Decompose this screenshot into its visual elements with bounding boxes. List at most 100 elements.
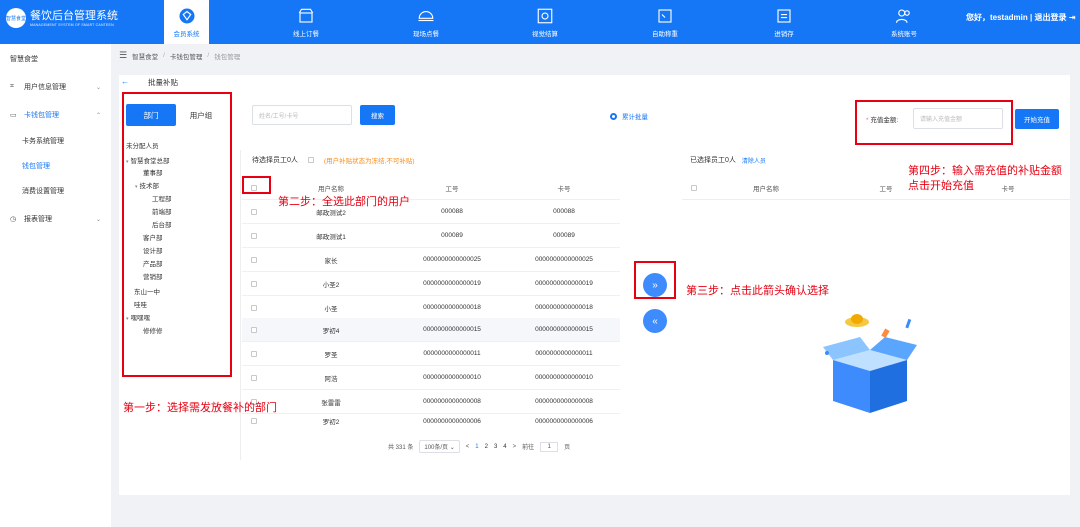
nav-online-order[interactable]: 线上订餐: [276, 0, 336, 44]
sidebar: 智慧食堂 ⌗ 用户信息管理 ⌄ ▭ 卡钱包管理 ⌃ 卡务系统管理 钱包管理 消费设置管理…: [0, 44, 111, 527]
annotation-box-step3: [634, 261, 676, 299]
goto-label: 前往: [522, 445, 535, 451]
exchange-icon: [777, 8, 791, 23]
pagination: 共 331 条 100条/页 ⌄ < 1 2 3 4 > 前往 1 页: [388, 440, 570, 453]
page-number[interactable]: 3: [494, 444, 497, 450]
page-number[interactable]: 4: [503, 444, 506, 450]
row-checkbox[interactable]: [251, 256, 257, 263]
start-recharge-button[interactable]: 开始充值: [1015, 109, 1059, 129]
logout-link[interactable]: 退出登录: [1034, 13, 1066, 22]
shop-icon: [298, 8, 314, 23]
breadcrumb-item[interactable]: 智慧食堂: [132, 51, 158, 61]
clock-icon: ◷: [10, 216, 17, 223]
nav-self-weigh[interactable]: 自助称重: [635, 0, 695, 44]
logo-icon: 智慧食堂: [6, 8, 26, 28]
breadcrumb: ☰ 智慧食堂 / 卡钱包管理 / 钱包管理: [119, 50, 241, 61]
chevron-up-icon: ⌃: [95, 112, 101, 119]
sidebar-item-card-system[interactable]: 卡务系统管理: [0, 132, 111, 150]
right-table-header-row: 用户名称 工号 卡号: [682, 176, 1070, 200]
table-row[interactable]: 罗圣 0000000000000011 0000000000000011: [242, 342, 620, 366]
row-checkbox[interactable]: [251, 280, 257, 287]
app-subtitle: MANAGEMENT SYSTEM OF SMART CANTEEN: [30, 22, 114, 27]
user-box: 您好，testadmin | 退出登录 ⇥: [966, 13, 1076, 22]
pager-total: 共 331 条: [388, 445, 414, 451]
clear-selected-link[interactable]: 清除人员: [742, 156, 766, 165]
table-row[interactable]: 罗初4 0000000000000015 0000000000000015: [242, 318, 620, 342]
breadcrumb-current: 钱包管理: [214, 53, 241, 61]
row-checkbox[interactable]: [251, 418, 257, 424]
accumulate-radio[interactable]: 累计批量: [610, 111, 648, 121]
chevron-down-icon: ⌄: [95, 84, 101, 91]
search-input[interactable]: 姓名/工号/卡号: [252, 105, 352, 125]
breadcrumb-item[interactable]: 卡钱包管理: [170, 51, 203, 61]
nav-label: 现场点餐: [413, 30, 439, 38]
scale-icon: [658, 8, 672, 23]
row-checkbox[interactable]: [251, 232, 257, 239]
empty-box-illustration: [823, 314, 917, 413]
row-checkbox[interactable]: [251, 304, 257, 311]
table-row[interactable]: 家长 0000000000000025 0000000000000025: [242, 248, 620, 272]
sidebar-item-consume-settings[interactable]: 消费设置管理: [0, 182, 111, 200]
chevron-down-icon: ⌄: [95, 216, 101, 223]
page-unit: 页: [564, 445, 571, 451]
row-checkbox[interactable]: [251, 374, 257, 381]
col-header: 用户名称: [753, 185, 779, 193]
sidebar-item-card-wallet[interactable]: ▭ 卡钱包管理 ⌃: [0, 106, 111, 124]
nav-member-system[interactable]: 会员系统: [164, 0, 209, 44]
annotation-box-step2: [242, 176, 271, 194]
annotation-step1: 第一步：选择需发放餐补的部门: [123, 402, 277, 414]
table-row[interactable]: 邮政测试1 000089 000089: [242, 224, 620, 248]
table-row[interactable]: 张雷雷 0000000000000008 0000000000000008: [242, 390, 620, 414]
nav-label: 进销存: [774, 30, 794, 38]
table-row[interactable]: 罗初2 0000000000000006 0000000000000006: [242, 414, 620, 428]
next-page-button[interactable]: >: [513, 444, 517, 450]
annotation-box-step1: [122, 92, 232, 377]
col-header: 卡号: [557, 185, 571, 193]
nav-inventory[interactable]: 进销存: [754, 0, 814, 44]
sidebar-header: 智慧食堂: [10, 56, 38, 63]
sidebar-item-reports[interactable]: ◷ 报表管理 ⌄: [0, 210, 111, 228]
user-greeting: 您好，testadmin: [966, 13, 1028, 22]
nav-onsite-order[interactable]: 现场点餐: [396, 0, 456, 44]
right-table-header: 已选择员工0人 清除人员: [690, 155, 766, 165]
nav-label: 自助称重: [652, 30, 678, 38]
annotation-step4: 第四步：输入需充值的补贴金额: [908, 165, 1062, 177]
annotation-step2: 第二步：全选此部门的用户: [278, 196, 410, 208]
page-number[interactable]: 1: [475, 444, 478, 450]
sidebar-item-user-info[interactable]: ⌗ 用户信息管理 ⌄: [0, 78, 111, 96]
page-number[interactable]: 2: [485, 444, 488, 450]
col-header: 用户名称: [318, 185, 344, 193]
nav-label: 系统账号: [891, 30, 917, 38]
user-icon: ⌗: [10, 83, 14, 90]
nav-label: 会员系统: [173, 30, 200, 38]
nav-visual-checkout[interactable]: 视觉结算: [515, 0, 575, 44]
radio-icon[interactable]: [610, 112, 617, 120]
app-title: 餐饮后台管理系统: [30, 9, 118, 22]
menu-toggle-icon[interactable]: ☰: [119, 50, 127, 61]
row-checkbox[interactable]: [251, 326, 257, 333]
annotation-step4b: 点击开始充值: [908, 180, 974, 192]
goto-page-input[interactable]: 1: [540, 441, 559, 452]
top-navbar: 智慧食堂 餐饮后台管理系统 MANAGEMENT SYSTEM OF SMART…: [0, 0, 1080, 44]
diamond-icon: [179, 8, 194, 23]
move-left-button[interactable]: «: [643, 309, 667, 333]
nav-system-account[interactable]: 系统账号: [874, 0, 934, 44]
table-row[interactable]: 小圣 0000000000000018 0000000000000018: [242, 296, 620, 320]
checkbox[interactable]: [307, 157, 314, 163]
back-arrow-icon[interactable]: ←: [121, 77, 129, 86]
page-size-select[interactable]: 100条/页 ⌄: [419, 440, 460, 453]
card-icon: ▭: [10, 112, 17, 119]
row-checkbox[interactable]: [251, 350, 257, 357]
search-button[interactable]: 搜索: [360, 105, 395, 125]
table-row[interactable]: 小圣2 0000000000000019 0000000000000019: [242, 272, 620, 296]
prev-page-button[interactable]: <: [466, 444, 470, 450]
dish-icon: [418, 10, 434, 21]
row-checkbox[interactable]: [251, 208, 257, 215]
table-row[interactable]: 阿浩 0000000000000010 0000000000000010: [242, 366, 620, 390]
logout-icon[interactable]: ⇥: [1069, 13, 1076, 22]
select-all-checkbox[interactable]: [691, 184, 697, 191]
freeze-warning: (用户补贴状态为冻结,不可补贴): [323, 158, 415, 165]
annotation-step3: 第三步：点击此箭头确认选择: [686, 285, 829, 297]
col-header: 工号: [445, 185, 459, 193]
sidebar-item-wallet[interactable]: 钱包管理: [0, 157, 111, 175]
